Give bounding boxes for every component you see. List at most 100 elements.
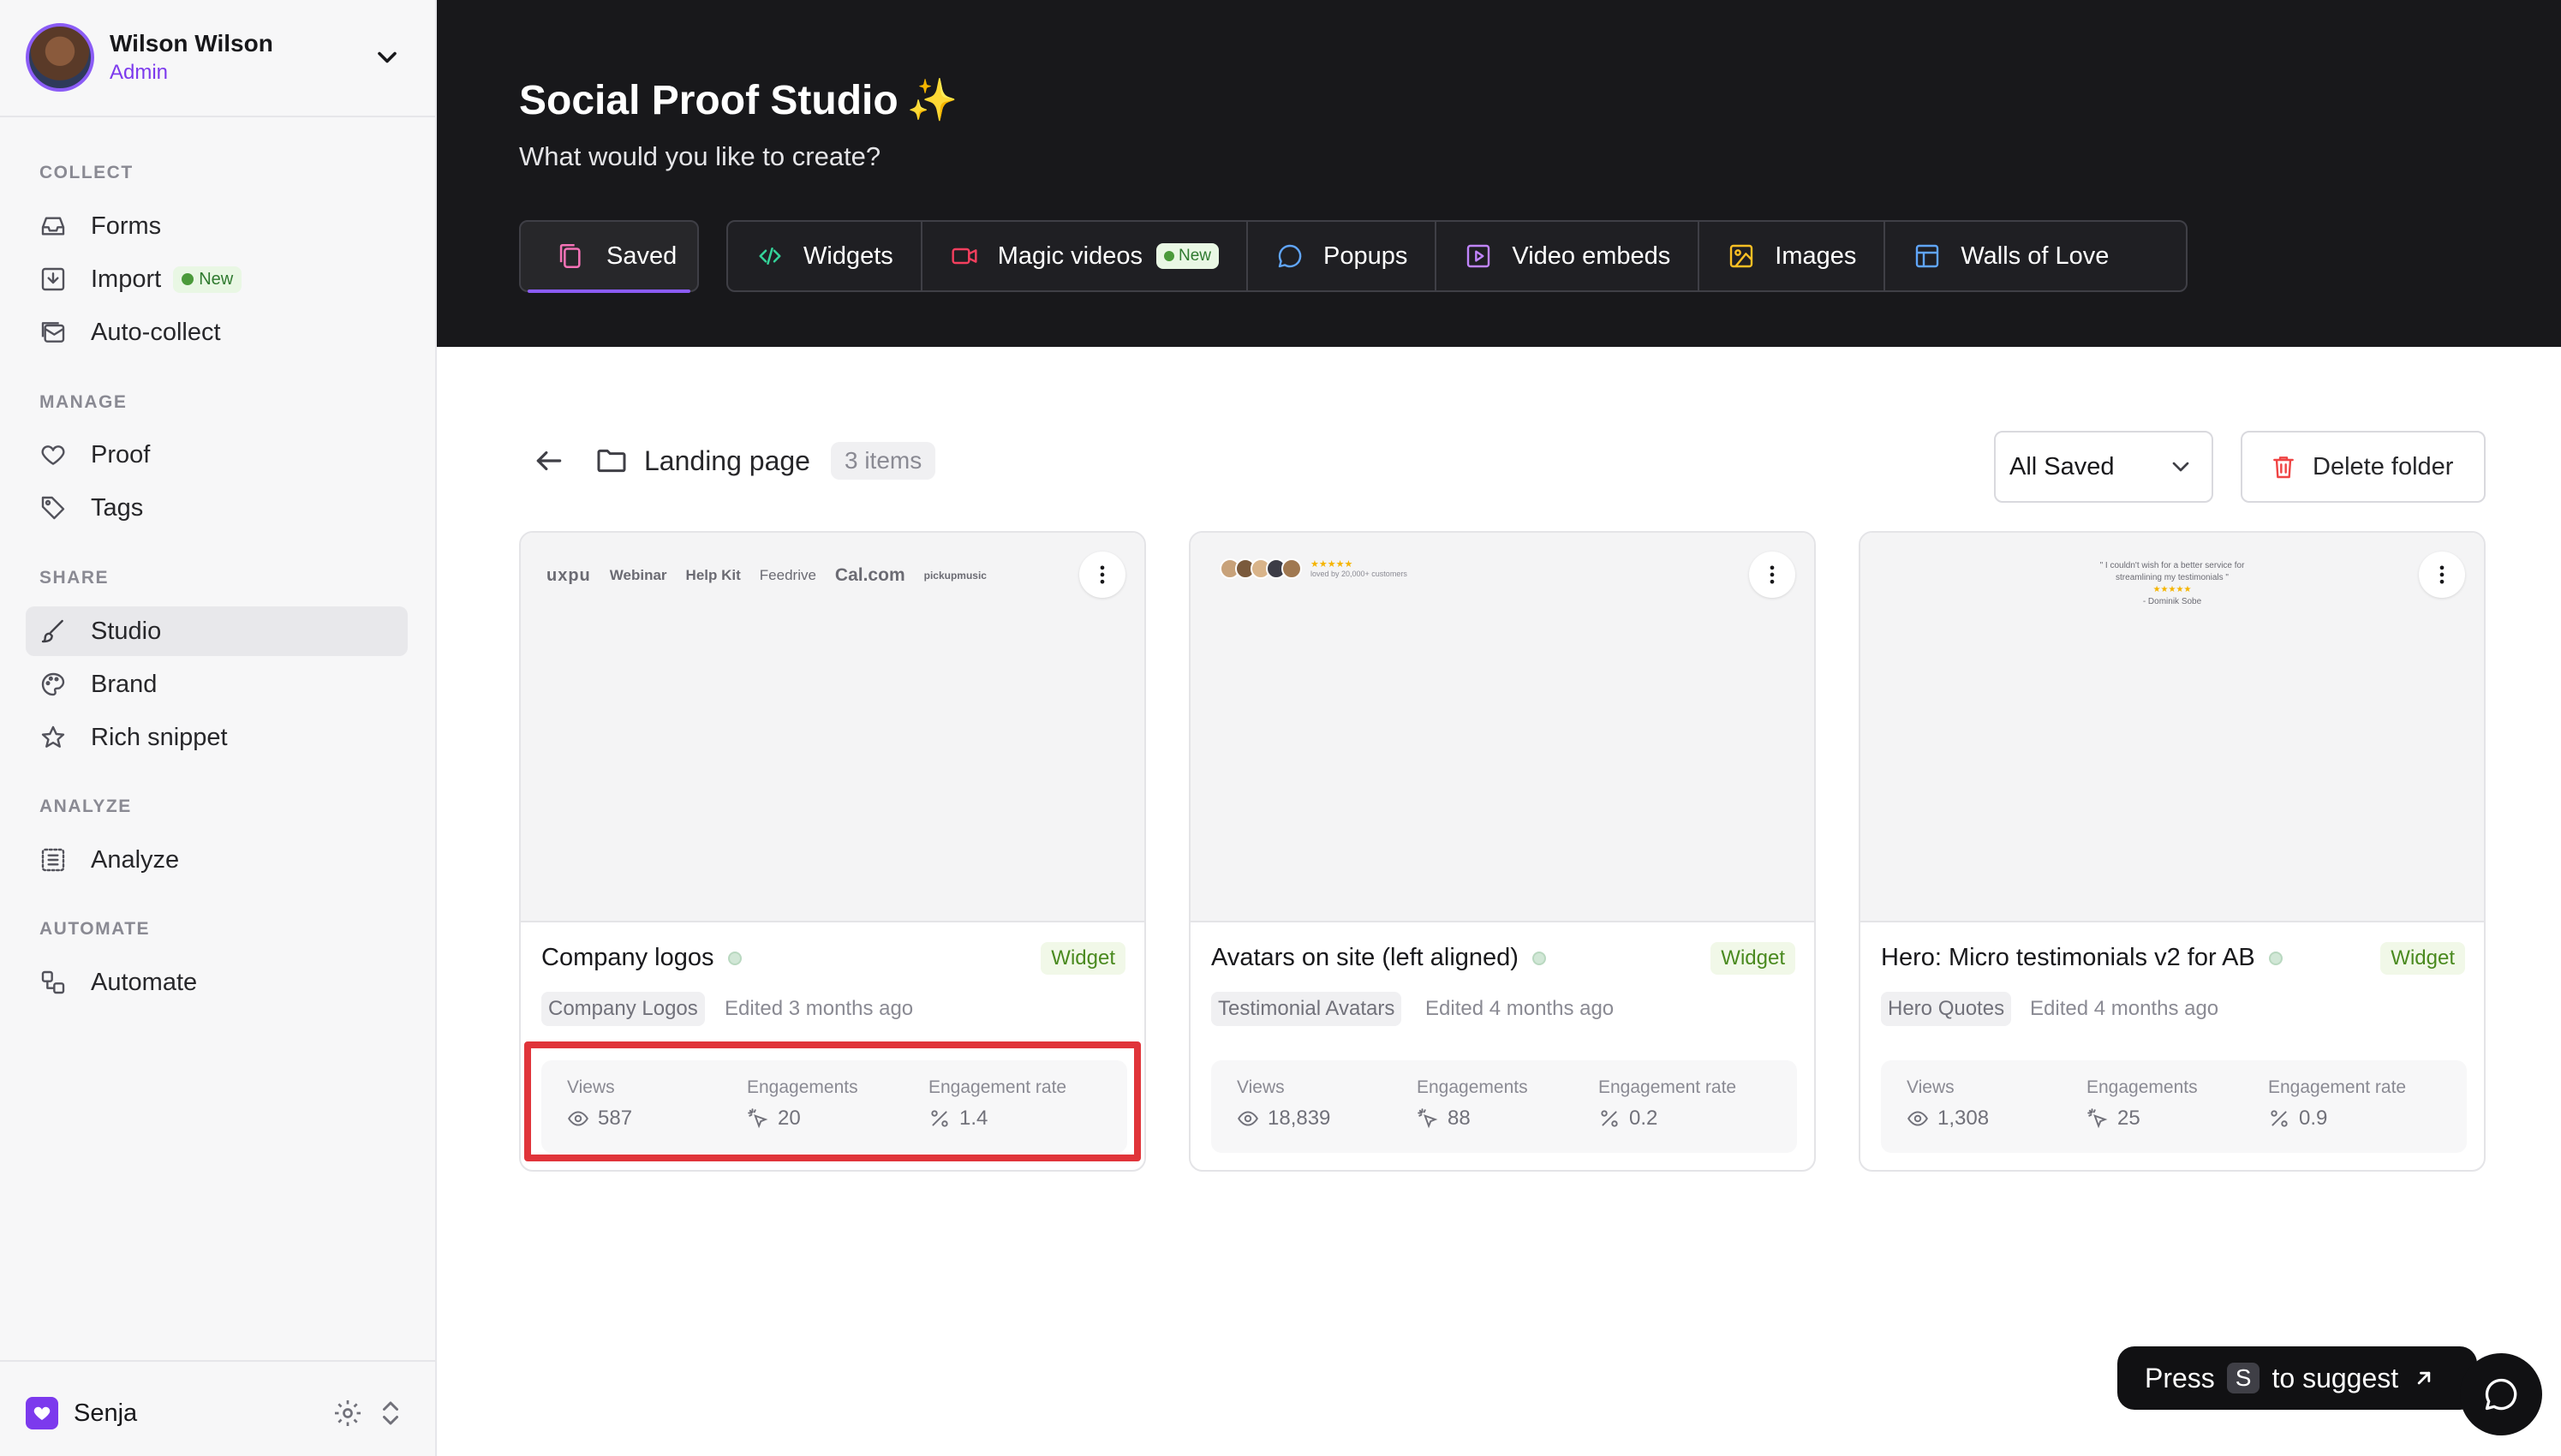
heart-icon — [38, 439, 69, 470]
chat-button[interactable] — [2460, 1353, 2542, 1435]
saved-card[interactable]: ★★★★★ loved by 20,000+ customers Avatars… — [1189, 531, 1816, 1172]
tab-widgets[interactable]: Widgets — [728, 222, 922, 290]
logo-strip: uxpu Webinar Help Kit Feedrive Cal.com p… — [546, 565, 987, 585]
leaf-icon — [1164, 251, 1175, 261]
tag-icon — [38, 492, 69, 523]
sidebar-item-studio[interactable]: Studio — [26, 606, 408, 656]
arrow-left-icon[interactable] — [533, 445, 565, 477]
select-value: All Saved — [2009, 452, 2115, 480]
copy-icon — [555, 242, 584, 271]
status-dot — [1531, 951, 1546, 965]
type-badge: Widget — [1710, 942, 1795, 975]
studio-header: Social Proof Studio ✨ What would you like… — [437, 0, 2561, 347]
suggest-button[interactable]: Press S to suggest — [2117, 1346, 2477, 1410]
code-icon — [755, 242, 785, 271]
divider — [0, 116, 437, 117]
eye-icon — [1907, 1111, 1928, 1126]
stat-engagements: Engagements 88 — [1417, 1077, 1528, 1130]
leaf-icon — [182, 273, 194, 285]
tab-saved[interactable]: Saved — [519, 220, 699, 293]
chevron-down-icon[interactable] — [372, 42, 403, 73]
quote-preview: " I couldn't wish for a better service f… — [1860, 560, 2484, 608]
more-options-icon[interactable] — [2419, 552, 2465, 598]
page-title: Social Proof Studio ✨ — [519, 78, 958, 123]
card-preview: " I couldn't wish for a better service f… — [1860, 533, 2484, 922]
tab-popups[interactable]: Popups — [1248, 222, 1437, 290]
tab-label: Walls of Love — [1961, 242, 2110, 270]
stat-views: Views 18,839 — [1237, 1077, 1331, 1130]
stats-panel: Views 18,839 Engagements 88 Engagement r… — [1211, 1060, 1797, 1153]
sidebar-item-auto-collect[interactable]: Auto-collect — [26, 307, 408, 357]
sidebar-item-label: Rich snippet — [91, 723, 228, 751]
button-label: Delete folder — [2313, 452, 2454, 480]
edited-timestamp: Edited 4 months ago — [2030, 997, 2219, 1020]
percent-icon — [1601, 1110, 1618, 1127]
gear-icon[interactable] — [332, 1398, 363, 1429]
chevron-down-icon — [2172, 462, 2189, 472]
sidebar-item-label: Brand — [91, 670, 158, 698]
sidebar-item-automate[interactable]: Automate — [26, 958, 408, 1007]
stat-engagements: Engagements 25 — [2086, 1077, 2198, 1130]
card-title: Hero: Micro testimonials v2 for AB — [1881, 944, 2283, 972]
user-role: Admin — [110, 61, 169, 84]
sidebar-item-forms[interactable]: Forms — [26, 201, 408, 251]
folder-name: Landing page — [644, 445, 810, 476]
folder-icon — [597, 449, 626, 473]
more-options-icon[interactable] — [1749, 552, 1795, 598]
sidebar-item-label: Tags — [91, 493, 144, 522]
edited-timestamp: Edited 3 months ago — [725, 997, 914, 1020]
tab-images[interactable]: Images — [1699, 222, 1886, 290]
card-preview: ★★★★★ loved by 20,000+ customers — [1191, 533, 1814, 922]
more-options-icon[interactable] — [1079, 552, 1125, 598]
section-title-share: SHARE — [39, 568, 110, 588]
new-badge: New — [1156, 243, 1220, 269]
sidebar-item-rich-snippet[interactable]: Rich snippet — [26, 713, 408, 762]
sidebar-item-proof[interactable]: Proof — [26, 430, 408, 480]
inbox-icon — [38, 211, 69, 242]
chevron-up-down-icon[interactable] — [375, 1398, 406, 1429]
type-badge: Widget — [2380, 942, 2465, 975]
image-icon — [1727, 242, 1756, 271]
senja-logo-icon — [26, 1397, 58, 1429]
eye-icon — [1238, 1111, 1258, 1126]
stats-panel: Views 1,308 Engagements 25 Engagement ra… — [1881, 1060, 2467, 1153]
tab-label: Popups — [1323, 242, 1408, 270]
tab-label: Magic videos — [997, 242, 1143, 270]
delete-folder-button[interactable]: Delete folder — [2241, 431, 2486, 503]
new-badge: New — [173, 266, 242, 293]
cursor-click-icon — [2087, 1108, 2108, 1129]
section-title-collect: COLLECT — [39, 163, 134, 182]
avatar — [26, 23, 94, 92]
tag-chip: Hero Quotes — [1881, 992, 2012, 1026]
workspace-name: Senja — [74, 1399, 138, 1427]
layout-icon — [1913, 242, 1942, 271]
card-title: Company logos — [541, 944, 742, 972]
sidebar-item-tags[interactable]: Tags — [26, 483, 408, 533]
divider — [0, 1360, 437, 1362]
arrow-up-right-icon — [2417, 1371, 2431, 1385]
status-dot — [727, 951, 742, 965]
sparkle-icon: ✨ — [906, 78, 958, 123]
workspace-switcher[interactable]: Senja — [26, 1387, 411, 1439]
user-menu[interactable]: Wilson Wilson Admin — [26, 21, 411, 93]
cursor-click-icon — [1418, 1108, 1438, 1129]
tab-magic-videos[interactable]: Magic videos New — [922, 222, 1249, 290]
sidebar-item-label: Forms — [91, 212, 162, 240]
sidebar-item-import[interactable]: Import New — [26, 254, 408, 304]
sidebar-item-brand[interactable]: Brand — [26, 659, 408, 709]
sidebar-item-label: Automate — [91, 968, 198, 996]
sidebar: Wilson Wilson Admin COLLECT Forms Import… — [0, 0, 437, 1456]
sidebar-item-label: Proof — [91, 440, 151, 468]
card-preview: uxpu Webinar Help Kit Feedrive Cal.com p… — [521, 533, 1144, 922]
tab-video-embeds[interactable]: Video embeds — [1436, 222, 1700, 290]
saved-card[interactable]: " I couldn't wish for a better service f… — [1859, 531, 2486, 1172]
tab-walls-of-love[interactable]: Walls of Love — [1885, 222, 2136, 290]
percent-icon — [2271, 1110, 2288, 1127]
sidebar-item-analyze[interactable]: Analyze — [26, 835, 408, 885]
chat-bubble-icon — [1275, 242, 1304, 271]
section-title-manage: MANAGE — [39, 392, 128, 412]
sidebar-item-label: Import — [91, 265, 162, 293]
star-icon — [38, 722, 69, 753]
keyboard-key: S — [2226, 1363, 2260, 1393]
saved-filter-select[interactable]: All Saved — [1994, 431, 2213, 503]
